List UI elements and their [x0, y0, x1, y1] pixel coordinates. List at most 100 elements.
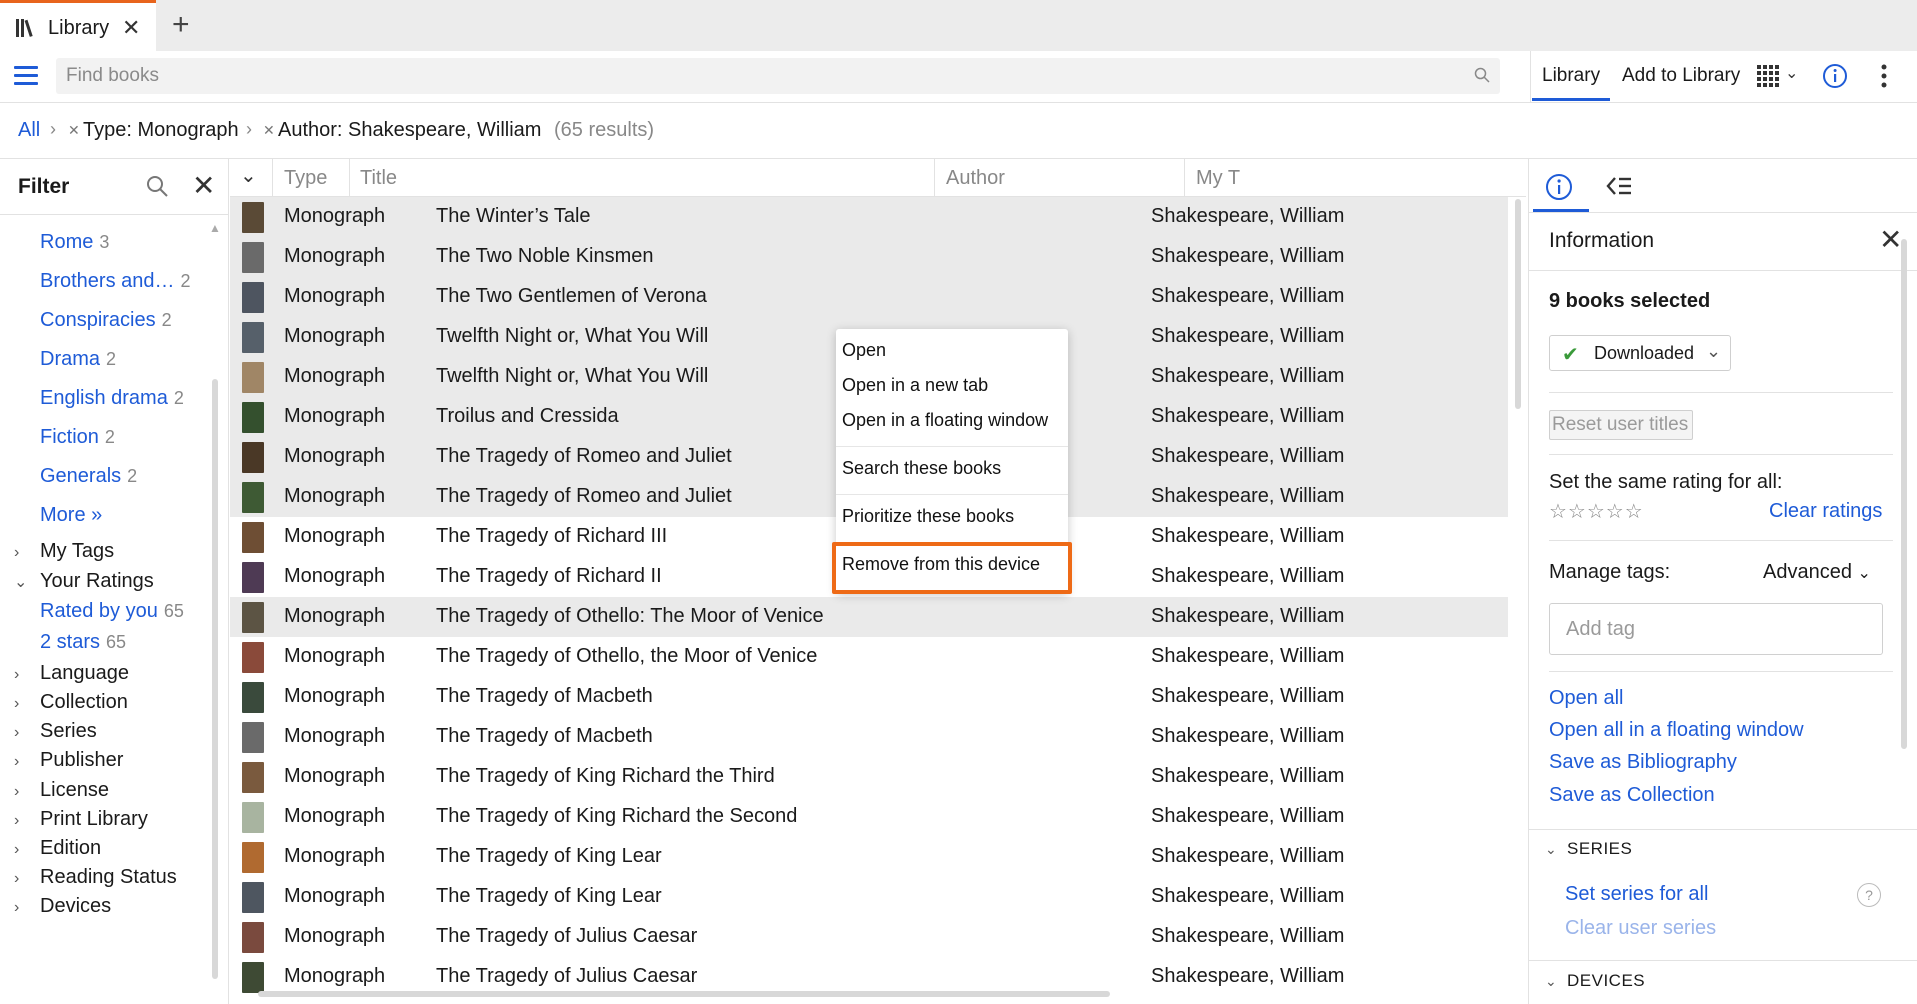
menu-hamburger-icon[interactable] — [14, 66, 38, 86]
filter-category[interactable]: › Edition — [14, 837, 101, 860]
filter-subject-item[interactable]: Brothers and… 2 — [40, 270, 191, 293]
menu-item-prioritize[interactable]: Prioritize these books — [842, 506, 1014, 527]
close-tab-icon[interactable]: ✕ — [122, 15, 140, 41]
filter-scrollbar[interactable] — [212, 379, 218, 979]
table-row[interactable]: Monograph The Tragedy of Othello: The Moo… — [230, 597, 1508, 637]
table-row[interactable]: Monograph The Two Noble Kinsmen Shakespear… — [230, 237, 1508, 277]
filter-category[interactable]: › Series — [14, 720, 97, 743]
remove-type-filter-icon[interactable]: ✕ — [68, 122, 80, 139]
cell-type: Monograph — [284, 445, 386, 467]
table-horizontal-scrollbar[interactable] — [258, 991, 1110, 997]
table-row[interactable]: Monograph The Tragedy of Othello, the Moo… — [230, 637, 1508, 677]
more-options-icon[interactable] — [1880, 63, 1888, 89]
breadcrumb-author-filter[interactable]: Author: Shakespeare, William — [278, 119, 541, 142]
menu-item-open-floating-window[interactable]: Open in a floating window — [842, 410, 1048, 431]
cell-type: Monograph — [284, 565, 386, 587]
table-row[interactable]: Monograph The Two Gentlemen of Verona Shak… — [230, 277, 1508, 317]
filter-category[interactable]: › Print Library — [14, 808, 148, 831]
view-grid-icon[interactable] — [1757, 65, 1781, 87]
close-icon[interactable]: ✕ — [1879, 223, 1902, 256]
menu-item-open-new-tab[interactable]: Open in a new tab — [842, 375, 988, 396]
help-icon[interactable]: ? — [1857, 883, 1881, 907]
column-my-tags[interactable]: My T — [1196, 167, 1240, 190]
chevron-down-icon: ⌄ — [1706, 341, 1722, 361]
breadcrumb-type-filter[interactable]: Type: Monograph — [83, 119, 239, 142]
new-tab-plus-icon[interactable]: + — [172, 8, 190, 42]
open-all-floating-link[interactable]: Open all in a floating window — [1549, 719, 1804, 742]
cell-title: The Tragedy of King Richard the Third — [436, 765, 775, 787]
filter-subject-item[interactable]: Drama 2 — [40, 348, 116, 371]
filter-subject-item[interactable]: Conspiracies 2 — [40, 309, 172, 332]
star-rating[interactable]: ☆☆☆☆☆ — [1549, 499, 1644, 524]
table-row[interactable]: Monograph The Tragedy of Macbeth Shakespea… — [230, 677, 1508, 717]
filter-category[interactable]: › Reading Status — [14, 866, 177, 889]
filter-category[interactable]: › Collection — [14, 691, 128, 714]
reset-user-titles-button[interactable]: Reset user titles — [1549, 410, 1693, 440]
menu-item-remove-from-device[interactable]: Remove from this device — [842, 554, 1040, 575]
book-cover-thumbnail — [242, 802, 264, 833]
filter-item-2-stars[interactable]: 2 stars 65 — [40, 631, 126, 654]
toolbar-tab-library[interactable]: Library — [1542, 65, 1600, 87]
info-icon[interactable] — [1822, 63, 1848, 89]
close-icon[interactable]: ✕ — [192, 169, 215, 202]
column-type[interactable]: Type — [284, 167, 327, 190]
tab-library[interactable]: Library ✕ — [0, 0, 156, 51]
remove-author-filter-icon[interactable]: ✕ — [263, 122, 275, 139]
filter-category[interactable]: › Publisher — [14, 749, 123, 772]
add-tag-input[interactable] — [1550, 604, 1882, 654]
column-author[interactable]: Author — [946, 167, 1005, 190]
book-cover-thumbnail — [242, 362, 264, 393]
menu-item-search-these-books[interactable]: Search these books — [842, 458, 1001, 479]
toolbar-divider — [1530, 51, 1531, 103]
filter-more-link[interactable]: More » — [40, 504, 102, 527]
info-icon[interactable] — [1545, 173, 1573, 201]
menu-item-open[interactable]: Open — [842, 340, 886, 361]
column-title[interactable]: Title — [360, 167, 397, 190]
filter-category[interactable]: › Language — [14, 662, 129, 685]
search-input[interactable] — [56, 58, 1500, 94]
cell-title: The Tragedy of Macbeth — [436, 685, 653, 707]
filter-item-rated-by-you[interactable]: Rated by you 65 — [40, 600, 184, 623]
panel-scrollbar[interactable] — [1901, 239, 1907, 749]
filter-category-your-ratings[interactable]: ⌄ Your Ratings — [14, 570, 154, 593]
save-collection-link[interactable]: Save as Collection — [1549, 784, 1715, 807]
book-cover-thumbnail — [242, 522, 264, 553]
filter-category[interactable]: › Devices — [14, 895, 111, 918]
chevron-down-icon[interactable]: ⌄ — [1785, 63, 1798, 83]
series-section-header[interactable]: ⌄ SERIES — [1545, 839, 1632, 859]
table-row[interactable]: Monograph The Tragedy of King Lear Shakesp… — [230, 877, 1508, 917]
panel-tabs — [1529, 159, 1917, 213]
table-row[interactable]: Monograph The Tragedy of Julius Caesar Sha… — [230, 917, 1508, 957]
toolbar-tab-add-to-library[interactable]: Add to Library — [1622, 65, 1740, 87]
set-series-link[interactable]: Set series for all — [1565, 883, 1708, 906]
cell-author: Shakespeare, William — [1151, 605, 1345, 627]
clear-ratings-link[interactable]: Clear ratings — [1769, 500, 1882, 523]
table-row[interactable]: Monograph The Winter’s Tale Shakespeare, W… — [230, 197, 1508, 237]
table-of-contents-icon[interactable] — [1605, 174, 1633, 198]
devices-section-header[interactable]: ⌄ DEVICES — [1545, 971, 1645, 991]
filter-subject-item[interactable]: Rome 3 — [40, 231, 109, 254]
table-row[interactable]: Monograph The Tragedy of Macbeth Shakespea… — [230, 717, 1508, 757]
advanced-dropdown[interactable]: Advanced ⌄ — [1763, 561, 1871, 584]
filter-subject-item[interactable]: Generals 2 — [40, 465, 137, 488]
downloaded-dropdown[interactable]: ✔ Downloaded ⌄ — [1549, 335, 1731, 371]
breadcrumb-all[interactable]: All — [18, 119, 40, 142]
filter-subject-item[interactable]: Fiction 2 — [40, 426, 115, 449]
filter-subject-item[interactable]: English drama 2 — [40, 387, 184, 410]
scroll-up-icon[interactable]: ▲ — [209, 221, 221, 235]
search-icon[interactable] — [1474, 67, 1490, 83]
table-row[interactable]: Monograph The Tragedy of King Richard the… — [230, 797, 1508, 837]
filter-panel: Filter ✕ ▲ Rome 3 Brothers and… 2 Conspiraci… — [0, 159, 229, 1004]
table-row[interactable]: Monograph The Tragedy of King Lear Shakesp… — [230, 837, 1508, 877]
open-all-link[interactable]: Open all — [1549, 687, 1624, 710]
filter-category-my-tags[interactable]: › My Tags — [14, 540, 114, 563]
table-vertical-scrollbar[interactable] — [1515, 199, 1521, 409]
select-chevron-icon[interactable]: ⌄ — [240, 163, 257, 188]
filter-category[interactable]: › License — [14, 779, 109, 802]
clear-user-series-link[interactable]: Clear user series — [1565, 917, 1716, 940]
table-row[interactable]: Monograph The Tragedy of King Richard the… — [230, 757, 1508, 797]
save-bibliography-link[interactable]: Save as Bibliography — [1549, 751, 1737, 774]
panel-title: Information — [1549, 229, 1655, 252]
book-cover-thumbnail — [242, 722, 264, 753]
search-icon[interactable] — [146, 175, 168, 197]
